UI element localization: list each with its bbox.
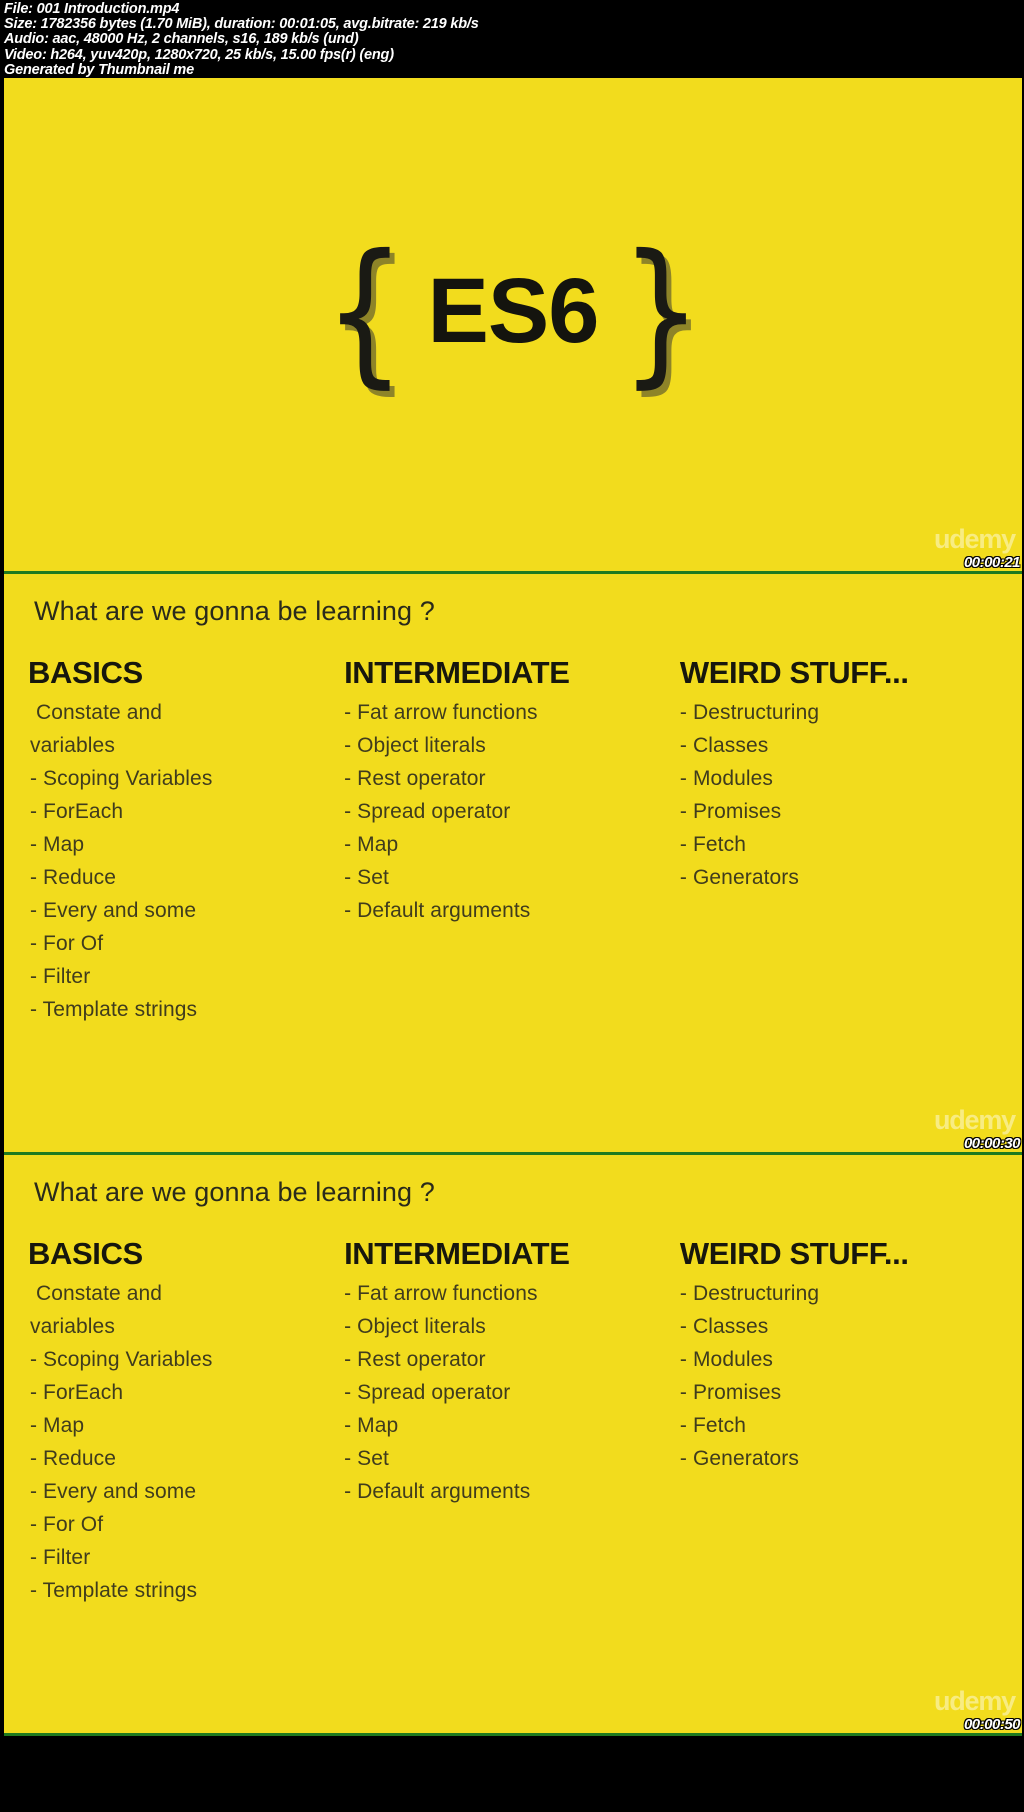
list-item: - Scoping Variables [30,1347,213,1371]
column-heading-intermediate: INTERMEDIATE [344,655,570,690]
slide-title: What are we gonna be learning ? [34,596,435,626]
list-item: - Promises [679,1380,782,1404]
list-item: - Generators [679,865,800,889]
list-item: - Modules [679,1347,774,1371]
column-list-basics: Constate and variables - Scoping Variabl… [30,696,344,1026]
thumbnail-frame-3[interactable]: What are we gonna be learning ? BASICS C… [4,1155,1022,1736]
thumbnail-frame-2[interactable]: What are we gonna be learning ? BASICS C… [4,574,1022,1155]
thumbnail-timecode-3: 00:00:50 [963,1716,1021,1733]
list-item: Constate and [30,700,163,724]
list-item: - Fetch [679,832,746,856]
list-item: - Classes [679,733,769,757]
list-item: - Promises [679,799,782,823]
slide-columns: BASICS Constate and variables - Scoping … [28,655,996,1026]
list-item: - Fat arrow functions [344,700,538,724]
thumbnail-frame-1[interactable]: { ES6 } udemy 00:00:21 [4,78,1022,574]
column-heading-weird-stuff: WEIRD STUFF... [679,655,909,690]
column-heading-basics: BASICS [28,655,143,690]
list-item: - Rest operator [344,1347,486,1371]
slide-title: What are we gonna be learning ? [34,1177,435,1207]
list-item: - Every and some [30,898,197,922]
list-item: - Destructuring [679,700,820,724]
column-list-intermediate: - Fat arrow functions - Object literals … [344,1277,680,1508]
column-heading-intermediate: INTERMEDIATE [344,1236,570,1271]
list-item: - Object literals [344,1314,486,1338]
slide-columns: BASICS Constate and variables - Scoping … [28,1236,996,1607]
es6-logo: { ES6 } [4,78,1022,571]
thumbnail-grid: { ES6 } udemy 00:00:21 What are we gonna… [0,78,1024,1736]
list-item: - Default arguments [344,1479,531,1503]
column-list-weird-stuff: - Destructuring - Classes - Modules - Pr… [680,1277,996,1475]
list-item: - Filter [30,964,91,988]
list-item: - Map [344,1413,399,1437]
video-metadata-header: File: 001 Introduction.mp4 Size: 1782356… [0,0,1024,78]
column-basics: BASICS Constate and variables - Scoping … [28,1236,344,1607]
metadata-line-audio: Audio: aac, 48000 Hz, 2 channels, s16, 1… [4,31,359,48]
list-item: - Default arguments [344,898,531,922]
column-list-weird-stuff: - Destructuring - Classes - Modules - Pr… [680,696,996,894]
list-item: - Modules [679,766,774,790]
metadata-line-video: Video: h264, yuv420p, 1280x720, 25 kb/s,… [4,46,394,63]
thumbnail-timecode-2: 00:00:30 [963,1135,1021,1152]
column-basics: BASICS Constate and variables - Scoping … [28,655,344,1026]
list-item: - Rest operator [344,766,486,790]
list-item: variables [30,733,115,757]
list-item: - Fat arrow functions [344,1281,538,1305]
list-item: - Template strings [30,997,198,1021]
list-item: variables [30,1314,115,1338]
list-item: - ForEach [30,799,124,823]
list-item: - For Of [30,1512,104,1536]
list-item: Constate and [30,1281,163,1305]
list-item: - Template strings [30,1578,198,1602]
column-intermediate: INTERMEDIATE - Fat arrow functions - Obj… [344,1236,680,1508]
list-item: - Fetch [679,1413,746,1437]
es6-wordmark: ES6 [427,259,600,362]
list-item: - Set [344,1446,389,1470]
column-heading-weird-stuff: WEIRD STUFF... [679,1236,909,1271]
list-item: - Generators [679,1446,800,1470]
list-item: - Filter [30,1545,91,1569]
list-item: - Spread operator [344,799,511,823]
right-brace-glyph: } [620,221,702,403]
list-item: - Destructuring [679,1281,820,1305]
metadata-line-size: Size: 1782356 bytes (1.70 MiB), duration… [4,16,479,33]
list-item: - For Of [30,931,104,955]
list-item: - Map [30,1413,85,1437]
column-intermediate: INTERMEDIATE - Fat arrow functions - Obj… [344,655,680,927]
column-list-intermediate: - Fat arrow functions - Object literals … [344,696,680,927]
column-weird-stuff: WEIRD STUFF... - Destructuring - Classes… [679,1236,996,1475]
list-item: - Every and some [30,1479,197,1503]
list-item: - Object literals [344,733,486,757]
metadata-line-file: File: 001 Introduction.mp4 [4,1,180,17]
column-weird-stuff: WEIRD STUFF... - Destructuring - Classes… [679,655,996,894]
list-item: - Scoping Variables [30,766,213,790]
list-item: - ForEach [30,1380,124,1404]
list-item: - Reduce [30,1446,117,1470]
list-item: - Spread operator [344,1380,511,1404]
metadata-line-generator: Generated by Thumbnail me [4,61,194,78]
column-heading-basics: BASICS [28,1236,143,1271]
left-brace-glyph: { [324,221,406,403]
list-item: - Classes [679,1314,769,1338]
list-item: - Map [30,832,85,856]
list-item: - Set [344,865,389,889]
list-item: - Reduce [30,865,117,889]
thumbnail-timecode-1: 00:00:21 [963,554,1021,571]
list-item: - Map [344,832,399,856]
column-list-basics: Constate and variables - Scoping Variabl… [30,1277,344,1607]
